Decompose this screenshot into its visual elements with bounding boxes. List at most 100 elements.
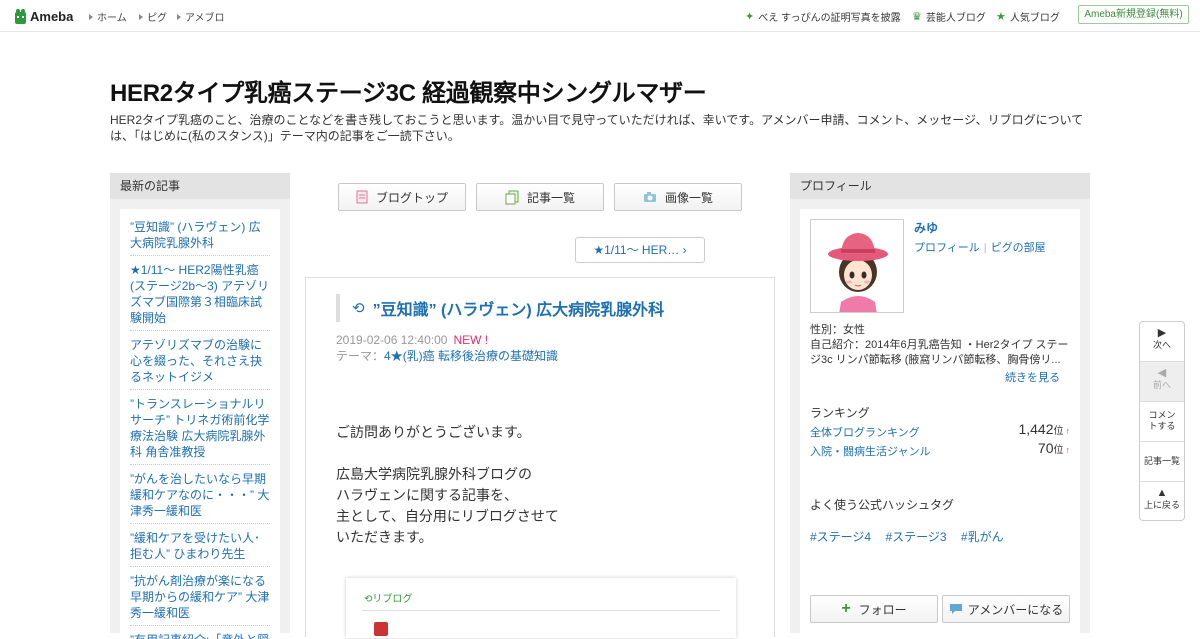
camera-icon <box>643 192 656 202</box>
hashtag-link[interactable]: #ステージ3 <box>885 530 946 544</box>
floating-side-nav: ▶ 次へ ◀ 前へ コメントする 記事一覧 ▲ 上に戻る <box>1139 321 1185 521</box>
profile-name[interactable]: みゆ <box>914 219 938 236</box>
article-list-button[interactable]: 記事一覧 <box>476 183 604 211</box>
article-container: ⟲ ”豆知識” (ハラヴェン) 広大病院乳腺外科 2019-02-06 12:4… <box>305 277 775 638</box>
popular-blog-link[interactable]: ★ 人気ブログ <box>996 9 1060 24</box>
profile-link[interactable]: プロフィール <box>914 242 980 254</box>
reblog-icon: ⟲ <box>352 299 365 317</box>
next-article-button[interactable]: ★1/11～ HER… › <box>575 237 705 263</box>
recent-article-link[interactable]: ★1/11～ HER2陽性乳癌(ステージ2b～3) アテゾリズマブ国際第３相臨床… <box>130 260 270 331</box>
profile-heading: プロフィール <box>790 173 1090 199</box>
chat-icon <box>949 604 962 614</box>
recent-article-link[interactable]: アテゾリズマブの治験に心を綴った、それさえ抉るネットイジメ <box>130 335 270 390</box>
theme-label: テーマ： <box>336 349 385 363</box>
ranking-row: 入院・闘病生活ジャンル 70位 ↑ <box>810 440 1070 459</box>
ameba-logo[interactable]: Ameba <box>14 7 73 25</box>
arrow-right-icon <box>139 14 143 20</box>
profile-links: プロフィール | ピグの部屋 <box>914 239 1046 255</box>
recent-article-link[interactable]: ”緩和ケアを受けたい人･拒む人” ひまわり先生 <box>130 528 270 567</box>
comment-button[interactable]: コメントする <box>1140 402 1184 442</box>
nav-home[interactable]: ホーム <box>89 9 127 24</box>
recent-article-link[interactable]: ”抗がん剤治療が楽になる早期からの緩和ケア” 大津秀一緩和医 <box>130 571 270 626</box>
article-datetime: 2019-02-06 12:40:00 <box>336 333 448 347</box>
ranking-value: 1,442位 ↑ <box>1018 421 1070 437</box>
sparkle-icon: ✦ <box>745 11 755 23</box>
reblog-thumbnail <box>374 622 388 636</box>
profile-info: 性別：女性 自己紹介：2014年6月乳癌告知 ・Her2タイプ ステージ3c リ… <box>810 323 1072 368</box>
arrow-right-icon <box>177 14 181 20</box>
ameba-logo-icon <box>15 8 26 24</box>
reblog-card[interactable]: ⟲リブログ <box>346 578 736 638</box>
blog-description: HER2タイプ乳癌のこと、治療のことなどを書き残しておこうと思います。温かい目で… <box>110 113 1084 143</box>
recent-article-link[interactable]: ”トランスレーショナルリサーチ” トリネガ術前化学療法治験 広大病院乳腺外科 角… <box>130 394 270 465</box>
image-list-label: 画像一覧 <box>664 190 713 205</box>
new-badge: NEW ! <box>453 333 489 347</box>
ranking-name[interactable]: 入院・闘病生活ジャンル <box>810 446 930 458</box>
article-theme-link[interactable]: 4★(乳)癌 転移後治療の基礎知識 <box>384 349 558 363</box>
nav-home-label: ホーム <box>97 13 127 24</box>
recent-article-link[interactable]: ”豆知識” (ハラヴェン) 広大病院乳腺外科 <box>130 217 270 256</box>
article-list-side-button[interactable]: 記事一覧 <box>1140 442 1184 482</box>
next-article-label: ★1/11～ HER… <box>593 243 680 257</box>
image-list-button[interactable]: 画像一覧 <box>614 183 742 211</box>
hashtag-heading: よく使う公式ハッシュタグ <box>810 498 955 512</box>
next-label: 次へ <box>1152 340 1171 350</box>
see-more-link[interactable]: 続きを見る <box>1005 369 1060 385</box>
blog-top-label: ブログトップ <box>375 190 448 205</box>
hashtag-list: #ステージ4 #ステージ3 #乳がん <box>810 528 1015 545</box>
nav-pigg[interactable]: ピグ <box>139 9 167 24</box>
next-button[interactable]: ▶ 次へ <box>1140 322 1184 362</box>
register-button[interactable]: Ameba新規登録(無料) <box>1078 5 1189 24</box>
link-separator: | <box>983 242 987 254</box>
popular-blog-label: 人気ブログ <box>1009 13 1060 24</box>
article-paragraph <box>336 443 559 464</box>
celebrity-blog-link[interactable]: ♛ 芸能人ブログ <box>912 9 986 24</box>
recent-article-link[interactable]: ”がんを治したいなら早期緩和ケアなのに・・・” 大津秀一緩和医 <box>130 469 270 524</box>
hashtag-link[interactable]: #ステージ4 <box>810 530 871 544</box>
previous-label: 前へ <box>1152 380 1171 390</box>
follow-button[interactable]: + フォロー <box>810 595 938 623</box>
header-news-link[interactable]: ✦ べえ すっぴんの証明写真を披露 <box>745 9 901 24</box>
article-meta: 2019-02-06 12:40:00 NEW ! テーマ：4★(乳)癌 転移後治… <box>336 332 558 364</box>
arrow-right-icon <box>89 14 93 20</box>
blog-top-button[interactable]: ブログトップ <box>338 183 466 211</box>
profile-intro: 自己紹介：2014年6月乳癌告知 ・Her2タイプ ステージ3c リンパ節転移 … <box>810 339 1069 366</box>
article-title-row: ⟲ ”豆知識” (ハラヴェン) 広大病院乳腺外科 <box>336 294 746 322</box>
article-title[interactable]: ”豆知識” (ハラヴェン) 広大病院乳腺外科 <box>373 296 665 320</box>
header-news-label: べえ すっぴんの証明写真を披露 <box>758 13 901 24</box>
hashtag-link[interactable]: #乳がん <box>961 530 1004 544</box>
profile-box: みゆ プロフィール | ピグの部屋 性別：女性 自己紹介：2014年6月乳癌告知 ・… <box>800 209 1080 639</box>
up-icon: ▲ <box>1156 487 1168 499</box>
back-to-top-label: 上に戻る <box>1143 500 1180 510</box>
amember-button[interactable]: アメンバーになる <box>942 595 1070 623</box>
ranking-name[interactable]: 全体ブログランキング <box>810 427 920 439</box>
play-icon: ▶ <box>1157 327 1167 339</box>
article-paragraph: ご訪問ありがとうございます。 <box>336 424 531 440</box>
recent-articles-panel: 最新の記事 ”豆知識” (ハラヴェン) 広大病院乳腺外科 ★1/11～ HER2… <box>110 173 290 639</box>
recent-article-link[interactable]: ”有用記事紹介:「意外と隠している人が多いのだと <box>130 630 270 639</box>
plus-icon: + <box>841 600 851 617</box>
profile-panel: プロフィール みゆ プロフィール | ピグの部屋 性別：女性 自己紹介：2014… <box>790 173 1090 639</box>
reblog-divider <box>362 610 720 611</box>
back-to-top-button[interactable]: ▲ 上に戻る <box>1140 482 1184 522</box>
star-icon: ★ <box>996 11 1006 23</box>
ameba-logo-text: Ameba <box>30 8 74 24</box>
article-paragraph: ハラヴェンに関する記事を、 <box>336 487 518 503</box>
pigg-room-link[interactable]: ピグの部屋 <box>991 242 1046 254</box>
article-list-side-label: 記事一覧 <box>1143 456 1180 466</box>
back-icon: ◀ <box>1157 367 1167 379</box>
nav-ameblo[interactable]: アメブロ <box>177 9 225 24</box>
nav-ameblo-label: アメブロ <box>185 13 225 24</box>
ranking-heading: ランキング <box>810 406 870 420</box>
article-paragraph: 広島大学病院乳腺外科ブログの <box>336 466 532 482</box>
avatar[interactable] <box>810 219 904 313</box>
comment-label: コメントする <box>1148 410 1176 431</box>
blog-title[interactable]: HER2タイプ乳癌ステージ3C 経過観察中シングルマザー <box>110 73 707 108</box>
article-body: ご訪問ありがとうございます。 広島大学病院乳腺外科ブログの ハラヴェンに関する記… <box>336 422 559 548</box>
list-icon <box>505 190 519 204</box>
previous-button: ◀ 前へ <box>1140 362 1184 402</box>
celebrity-blog-label: 芸能人ブログ <box>925 13 986 24</box>
global-header: Ameba ホーム ピグ アメブロ ✦ べえ すっぴんの証明写真を披露 ♛ 芸能人ブ… <box>0 0 1200 32</box>
recent-articles-list: ”豆知識” (ハラヴェン) 広大病院乳腺外科 ★1/11～ HER2陽性乳癌(ス… <box>120 209 280 639</box>
article-paragraph: 主として、自分用にリブログさせて <box>336 508 559 524</box>
